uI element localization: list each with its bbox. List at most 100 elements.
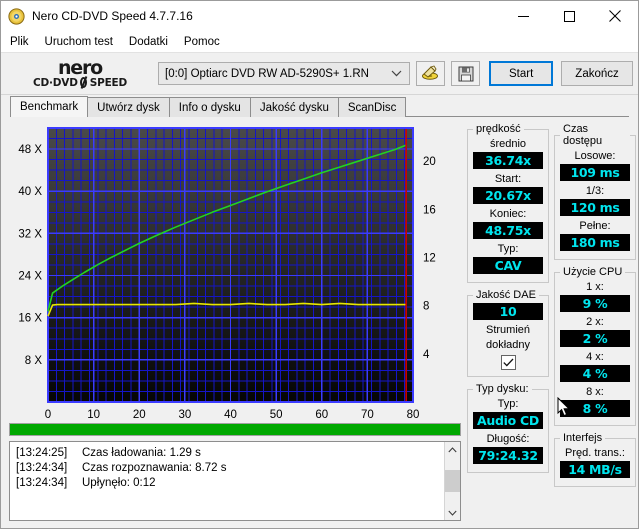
- y-axis-tick-label: 48 X: [18, 144, 42, 156]
- nero-logo: nero CD·DVD SPEED: [10, 59, 150, 89]
- access-time-legend: Czas dostępu: [560, 123, 630, 147]
- benchmark-chart: 8 X16 X24 X32 X40 X48 X48121620010203040…: [9, 123, 461, 418]
- access-time-group: Czas dostępu Losowe: 109 ms 1/3: 120 ms …: [554, 123, 636, 260]
- y2-axis-tick-label: 12: [423, 252, 436, 264]
- checkmark-icon: [503, 358, 514, 367]
- start-button[interactable]: Start: [489, 61, 553, 86]
- x-axis-tick-label: 10: [87, 409, 100, 418]
- y-axis-tick-label: 8 X: [25, 355, 43, 367]
- access-random-label: Losowe:: [560, 149, 630, 163]
- x-axis-tick-label: 70: [361, 409, 374, 418]
- cpu-4x-label: 4 x:: [560, 350, 630, 364]
- maximize-button[interactable]: [546, 1, 592, 31]
- interface-rate-value: 14 MB/s: [560, 461, 630, 478]
- x-axis-tick-label: 20: [133, 409, 146, 418]
- close-button[interactable]: [592, 1, 638, 31]
- access-third-value: 120 ms: [560, 199, 630, 216]
- title-bar: Nero CD-DVD Speed 4.7.7.16: [1, 1, 638, 31]
- y2-axis-tick-label: 20: [423, 156, 436, 168]
- log-timestamp: [13:24:34]: [16, 461, 82, 476]
- access-random-value: 109 ms: [560, 164, 630, 181]
- log-line: [13:24:34]Upłynęło: 0:12: [16, 476, 444, 491]
- dae-quality-legend: Jakość DAE: [473, 289, 539, 301]
- scroll-down-icon[interactable]: [445, 505, 460, 520]
- interface-legend: Interfejs: [560, 432, 605, 444]
- chevron-down-icon: [391, 68, 402, 80]
- speed-type-label: Typ:: [473, 242, 543, 256]
- window-controls: [500, 1, 638, 31]
- speed-avg-label: średnio: [473, 137, 543, 151]
- dae-quality-value: 10: [473, 303, 543, 320]
- right-panel: prędkość średnio 36.74x Start: 20.67x Ko…: [467, 123, 636, 528]
- speed-start-label: Start:: [473, 172, 543, 186]
- disc-type-legend: Typ dysku:: [473, 383, 532, 395]
- log-line: [13:24:25]Czas ładowania: 1.29 s: [16, 446, 444, 461]
- accurate-stream-checkbox[interactable]: [501, 355, 516, 370]
- drive-select-value: [0:0] Optiarc DVD RW AD-5290S+ 1.RN: [165, 68, 369, 80]
- menu-item-dodatki[interactable]: Dodatki: [129, 34, 177, 50]
- access-third-label: 1/3:: [560, 184, 630, 198]
- access-full-value: 180 ms: [560, 234, 630, 251]
- y-axis-tick-label: 32 X: [18, 228, 42, 240]
- logo-tagline-left: CD·DVD: [33, 77, 78, 89]
- drive-select[interactable]: [0:0] Optiarc DVD RW AD-5290S+ 1.RN: [158, 62, 410, 85]
- logo-wordmark: nero: [58, 59, 102, 77]
- tab-info-o-dysku[interactable]: Info o dysku: [169, 97, 251, 117]
- cpu-usage-legend: Użycie CPU: [560, 266, 625, 278]
- cpu-1x-label: 1 x:: [560, 280, 630, 294]
- disc-icon: [8, 8, 25, 25]
- log-text: Czas rozpoznawania: 8.72 s: [82, 462, 226, 474]
- x-axis-tick-label: 0: [45, 409, 51, 418]
- menu-item-uruchom-test[interactable]: Uruchom test: [45, 34, 122, 50]
- logo-tagline-right: SPEED: [90, 77, 127, 89]
- y2-axis-tick-label: 4: [423, 349, 430, 361]
- cpu-2x-label: 2 x:: [560, 315, 630, 329]
- accurate-stream-label-2: dokładny: [473, 338, 543, 352]
- log-scrollbar[interactable]: [444, 442, 460, 520]
- exit-button[interactable]: Zakończ: [561, 61, 632, 86]
- eject-disc-button[interactable]: [416, 61, 445, 86]
- x-axis-tick-label: 80: [407, 409, 420, 418]
- disc-length-label: Długość:: [473, 432, 543, 446]
- left-column: 8 X16 X24 X32 X40 X48 X48121620010203040…: [9, 123, 461, 528]
- content-area: 8 X16 X24 X32 X40 X48 X48121620010203040…: [1, 117, 638, 528]
- speed-end-label: Koniec:: [473, 207, 543, 221]
- y2-axis-tick-label: 16: [423, 204, 436, 216]
- scroll-track[interactable]: [445, 457, 460, 505]
- log-panel: [13:24:25]Czas ładowania: 1.29 s [13:24:…: [9, 441, 461, 521]
- x-axis-tick-label: 50: [270, 409, 283, 418]
- chart-canvas: 8 X16 X24 X32 X40 X48 X48121620010203040…: [9, 123, 461, 418]
- log-text: Upłynęło: 0:12: [82, 477, 156, 489]
- interface-group: Interfejs Pręd. trans.: 14 MB/s: [554, 432, 636, 487]
- cpu-2x-value: 2 %: [560, 330, 630, 347]
- x-axis-tick-label: 60: [315, 409, 328, 418]
- menu-item-pomoc[interactable]: Pomoc: [184, 34, 229, 50]
- disc-type-value: Audio CD: [473, 412, 543, 429]
- dae-quality-group: Jakość DAE 10 Strumień dokładny: [467, 289, 549, 377]
- tab-utworz-dysk[interactable]: Utwórz dysk: [87, 97, 170, 117]
- log-timestamp: [13:24:25]: [16, 446, 82, 461]
- tab-scandisc[interactable]: ScanDisc: [338, 97, 407, 117]
- x-axis-tick-label: 30: [178, 409, 191, 418]
- logo-slash-icon: [79, 77, 89, 88]
- disc-length-value: 79:24.32: [473, 447, 543, 464]
- cpu-1x-value: 9 %: [560, 295, 630, 312]
- scroll-up-icon[interactable]: [445, 442, 460, 457]
- speed-start-value: 20.67x: [473, 187, 543, 204]
- log-lines: [13:24:25]Czas ładowania: 1.29 s [13:24:…: [10, 442, 444, 520]
- menu-item-plik[interactable]: Plik: [10, 34, 38, 50]
- speed-group: prędkość średnio 36.74x Start: 20.67x Ko…: [467, 123, 549, 283]
- minimize-button[interactable]: [500, 1, 546, 31]
- scroll-thumb[interactable]: [445, 470, 460, 492]
- speed-avg-value: 36.74x: [473, 152, 543, 169]
- logo-tagline: CD·DVD SPEED: [33, 77, 127, 89]
- app-window: Nero CD-DVD Speed 4.7.7.16 Plik Uruchom …: [0, 0, 639, 529]
- right-column-b: Czas dostępu Losowe: 109 ms 1/3: 120 ms …: [554, 123, 636, 528]
- floppy-save-icon: [458, 66, 474, 82]
- tab-jakosc-dysku[interactable]: Jakość dysku: [250, 97, 339, 117]
- save-button[interactable]: [451, 61, 480, 86]
- cpu-8x-value: 8 %: [560, 400, 630, 417]
- tab-benchmark[interactable]: Benchmark: [10, 96, 88, 117]
- right-column-a: prędkość średnio 36.74x Start: 20.67x Ko…: [467, 123, 549, 528]
- disc-type-group: Typ dysku: Typ: Audio CD Długość: 79:24.…: [467, 383, 549, 473]
